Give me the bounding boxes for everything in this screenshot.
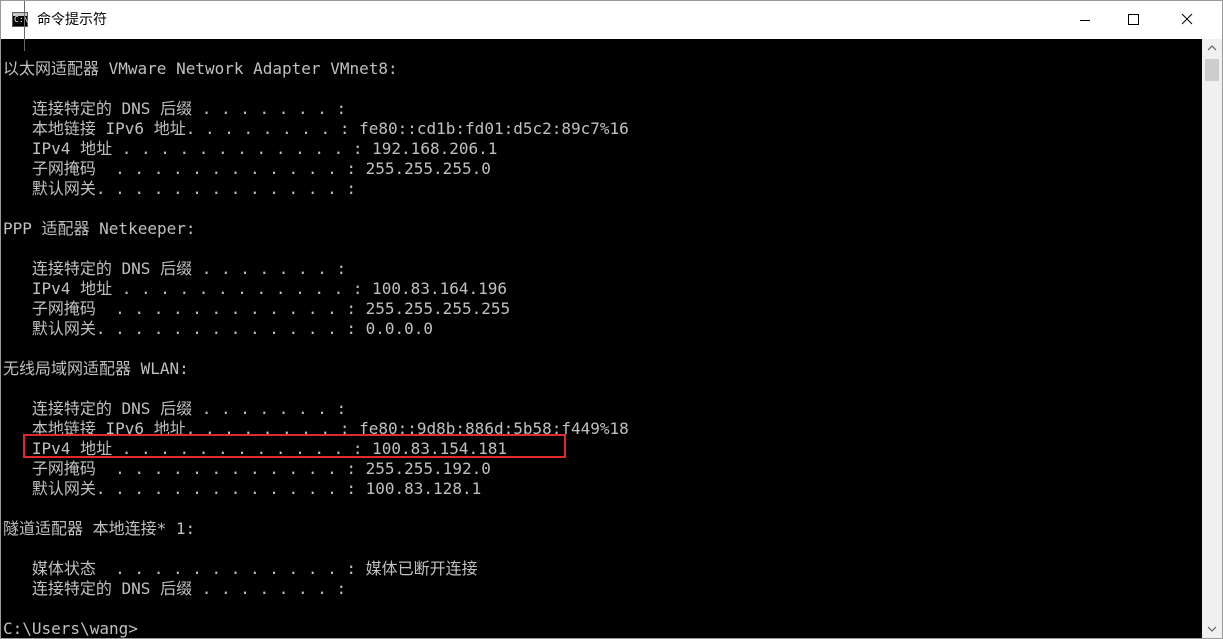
console-line: 以太网适配器 VMware Network Adapter VMnet8: [3, 59, 398, 78]
console-line: 连接特定的 DNS 后缀 . . . . . . . : [3, 579, 347, 598]
console-line: 子网掩码 . . . . . . . . . . . . : 255.255.2… [3, 299, 511, 318]
close-button[interactable] [1164, 1, 1210, 39]
console-line: 本地链接 IPv6 地址. . . . . . . . : fe80::cd1b… [3, 119, 629, 138]
console-line: IPv4 地址 . . . . . . . . . . . . : 192.16… [3, 139, 498, 158]
console-line: 连接特定的 DNS 后缀 . . . . . . . : [3, 399, 347, 418]
scroll-down-button[interactable] [1202, 620, 1222, 638]
console-line: C:\Users\wang> [3, 619, 138, 638]
title-bar[interactable]: C:\ 命令提示符 [1, 1, 1222, 39]
maximize-icon [1128, 14, 1139, 25]
console-line: 子网掩码 . . . . . . . . . . . . : 255.255.2… [3, 159, 491, 178]
console-line: 默认网关. . . . . . . . . . . . . : 100.83.1… [3, 479, 482, 498]
cmd-app-icon-glyph: C:\ [14, 15, 29, 24]
scroll-thumb[interactable] [1205, 59, 1219, 81]
command-prompt-window: C:\ 命令提示符 以太网适配器 VMware Network Adapter … [0, 0, 1223, 639]
console-line: PPP 适配器 Netkeeper: [3, 219, 196, 238]
minimize-icon [1080, 20, 1090, 21]
console-output[interactable]: 以太网适配器 VMware Network Adapter VMnet8: 连接… [3, 59, 1198, 638]
console-line: 隧道适配器 本地连接* 1: [3, 519, 196, 538]
console-line: 连接特定的 DNS 后缀 . . . . . . . : [3, 259, 347, 278]
chevron-down-icon [1207, 626, 1217, 632]
close-icon [1181, 13, 1193, 25]
console-line: 媒体状态 . . . . . . . . . . . . : 媒体已断开连接 [3, 559, 478, 578]
cmd-app-icon[interactable]: C:\ [12, 12, 28, 27]
scroll-up-button[interactable] [1202, 39, 1222, 57]
vertical-scrollbar[interactable] [1202, 39, 1222, 638]
maximize-button[interactable] [1110, 1, 1156, 39]
window-title: 命令提示符 [37, 12, 107, 28]
console-line: IPv4 地址 . . . . . . . . . . . . : 100.83… [3, 279, 508, 298]
minimize-button[interactable] [1062, 1, 1108, 39]
console-line: 无线局域网适配器 WLAN: [3, 359, 189, 378]
chevron-up-icon [1207, 45, 1217, 51]
text-cursor-indicator [24, 1, 25, 51]
console-line: 默认网关. . . . . . . . . . . . . : 0.0.0.0 [3, 319, 434, 338]
console-line: 子网掩码 . . . . . . . . . . . . : 255.255.1… [3, 459, 491, 478]
console-line: 默认网关. . . . . . . . . . . . . : [3, 179, 356, 198]
ipv4-highlight-box [23, 434, 566, 458]
console-line: 连接特定的 DNS 后缀 . . . . . . . : [3, 99, 347, 118]
